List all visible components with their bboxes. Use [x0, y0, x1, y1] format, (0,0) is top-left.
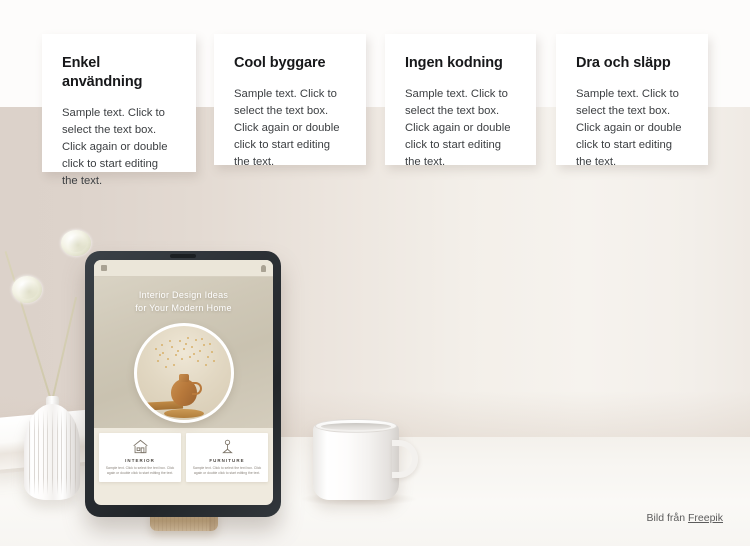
- vase-rib: [33, 410, 35, 495]
- dried-stem-dot: [184, 343, 187, 345]
- dried-stem-dot: [174, 354, 177, 356]
- dried-stem-dot: [166, 358, 169, 360]
- dried-stem-dot: [182, 348, 185, 350]
- flower-stem: [49, 296, 78, 411]
- photo-table-leg: [134, 399, 136, 413]
- vase-rib: [65, 410, 67, 495]
- dried-stem-dot: [188, 356, 191, 358]
- vase-rib: [56, 410, 58, 495]
- screen-hero: Interior Design Ideas for Your Modern Ho…: [94, 277, 273, 428]
- feature-card[interactable]: Cool byggare Sample text. Click to selec…: [214, 34, 366, 168]
- white-coffee-mug: [313, 419, 418, 500]
- image-attribution: Bild från Freepik: [647, 512, 723, 524]
- feature-card-title: Ingen kodning: [405, 55, 503, 71]
- dried-stem-dot: [170, 346, 173, 348]
- dried-stem-dot: [204, 364, 207, 366]
- feature-card-title: Enkel användning: [62, 55, 143, 90]
- mini-card-body: Sample text. Click to select the text bo…: [192, 466, 262, 475]
- screen-mini-cards: INTERIOR Sample text. Click to select th…: [94, 428, 273, 482]
- dried-flower-bloom: [61, 230, 91, 256]
- vase-rib: [61, 410, 63, 495]
- feature-card[interactable]: Dra och släpp Sample text. Click to sele…: [556, 34, 708, 168]
- screen-hero-title: Interior Design Ideas for Your Modern Ho…: [94, 289, 273, 314]
- mini-card-interior[interactable]: INTERIOR Sample text. Click to select th…: [99, 433, 181, 482]
- vase-rib: [52, 410, 53, 495]
- feature-card-body: Sample text. Click to select the text bo…: [576, 88, 682, 168]
- vase-rib: [75, 410, 76, 495]
- dried-stem-dot: [208, 343, 211, 345]
- dried-stem-dot: [190, 346, 193, 348]
- vase-rib: [47, 410, 49, 495]
- dried-stem-dot: [154, 348, 157, 350]
- vase-ribs: [24, 404, 80, 500]
- lamp-furniture-icon: [219, 439, 236, 454]
- vase-rib: [38, 410, 40, 495]
- photo-plate: [163, 409, 204, 418]
- dried-stem-dot: [178, 340, 181, 342]
- dried-stem-dot: [180, 358, 183, 360]
- flower-stem: [4, 250, 55, 411]
- dried-stem-dot: [200, 338, 203, 340]
- mug-rim: [315, 419, 397, 433]
- dried-stem-dot: [198, 350, 201, 352]
- dried-stems-cluster: [153, 334, 215, 374]
- dried-stem-dot: [194, 339, 197, 341]
- dried-stem-dot: [196, 360, 199, 362]
- dried-stem-dot: [192, 353, 195, 355]
- dried-stem-dot: [212, 360, 215, 362]
- feature-card-body: Sample text. Click to select the text bo…: [62, 107, 168, 187]
- feature-card-title: Cool byggare: [234, 55, 326, 71]
- vase-rib: [29, 410, 30, 495]
- hero-title-line-2: for Your Modern Home: [135, 302, 232, 313]
- screen-topbar: [94, 260, 273, 277]
- vase-rib: [42, 410, 44, 495]
- dried-stem-dot: [156, 360, 159, 362]
- terracotta-pot: [170, 379, 202, 406]
- dried-stem-dot: [186, 337, 189, 339]
- tablet-screen[interactable]: Interior Design Ideas for Your Modern Ho…: [94, 260, 273, 505]
- attribution-prefix: Bild från: [646, 512, 688, 524]
- dried-stem-dot: [158, 354, 161, 356]
- dried-stem-dot: [160, 344, 163, 346]
- pot-handle: [191, 382, 202, 395]
- mini-card-furniture[interactable]: FURNITURE Sample text. Click to select t…: [186, 433, 268, 482]
- hamburger-menu-icon[interactable]: [101, 265, 107, 271]
- feature-card-title: Dra och släpp: [576, 55, 671, 71]
- dried-stem-dot: [206, 356, 209, 358]
- dried-stem-dot: [164, 366, 167, 368]
- hero-title-line-1: Interior Design Ideas: [138, 290, 229, 300]
- mini-card-label: INTERIOR: [125, 458, 155, 463]
- vase-rib: [70, 410, 72, 495]
- vase-body: [24, 404, 80, 500]
- tablet-camera: [170, 254, 196, 258]
- tablet-device: Interior Design Ideas for Your Modern Ho…: [85, 251, 281, 517]
- feature-card[interactable]: Ingen kodning Sample text. Click to sele…: [385, 34, 536, 168]
- dried-stem-dot: [172, 364, 175, 366]
- dried-stem-dot: [168, 340, 171, 342]
- dried-flower-bloom: [12, 276, 42, 303]
- mini-card-body: Sample text. Click to select the text bo…: [105, 466, 175, 475]
- freepik-link[interactable]: Freepik: [688, 512, 723, 524]
- feature-card[interactable]: Enkel användning Sample text. Click to s…: [42, 34, 196, 187]
- dried-stem-dot: [161, 352, 164, 354]
- dried-stem-dot: [210, 351, 213, 353]
- feature-card-body: Sample text. Click to select the text bo…: [405, 88, 511, 168]
- bell-icon[interactable]: [261, 264, 266, 272]
- mini-card-label: FURNITURE: [209, 458, 245, 463]
- dried-stem-dot: [176, 350, 179, 352]
- dried-stem-dot: [202, 344, 205, 346]
- terracotta-vase-photo: [133, 323, 234, 423]
- house-interior-icon: [132, 439, 149, 454]
- feature-card-body: Sample text. Click to select the text bo…: [234, 88, 340, 168]
